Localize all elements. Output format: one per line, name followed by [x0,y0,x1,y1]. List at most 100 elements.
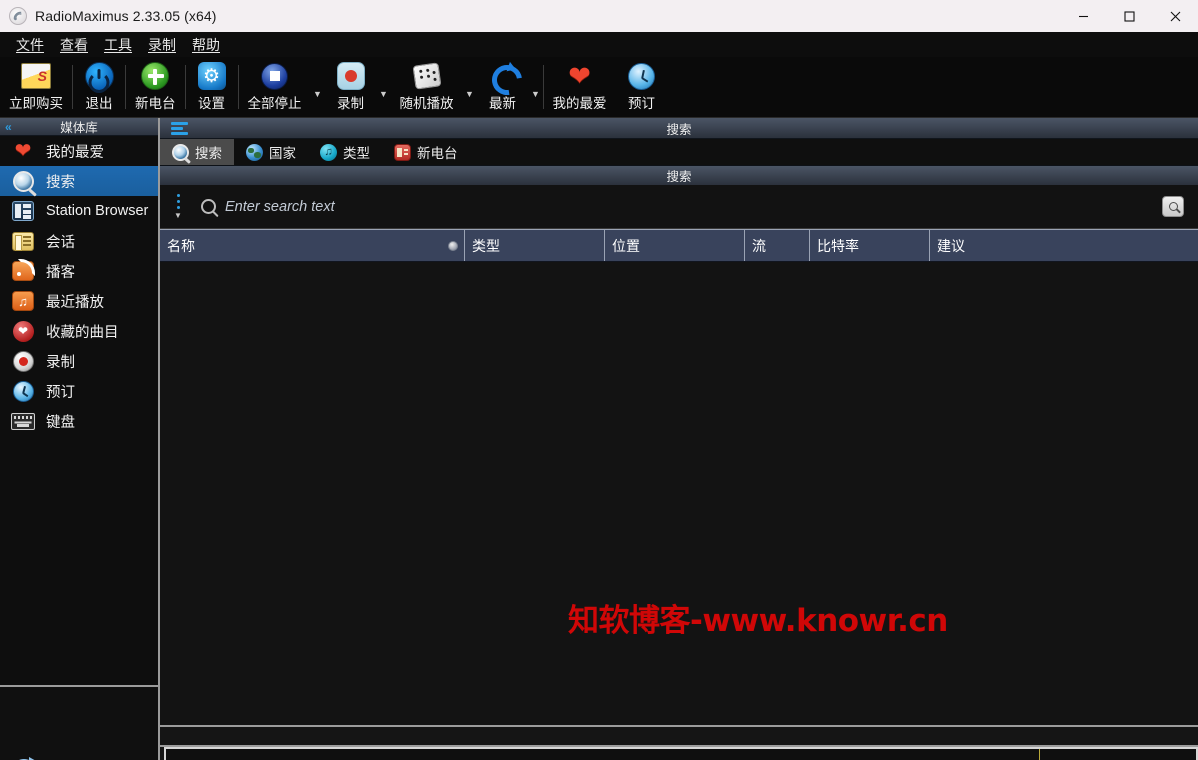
sidebar-item-recordings[interactable]: 录制 [0,346,158,376]
power-icon [84,61,114,91]
sidebar-item-label: 收藏的曲目 [46,324,119,341]
sidebar-item-search[interactable]: 搜索 [0,166,158,196]
toolbar-latest-label: 最新 [489,96,516,111]
application-window: RadioMaximus 2.33.05 (x64) 文件 查看 工具 录制 帮… [0,0,1198,760]
menu-record[interactable]: 录制 [140,33,184,57]
toolbar: S 立即购买 退出 新电台 ⚙ 设置 全部停止 ▼ 录制 ▼ 随机播放 ▼ 最新… [0,57,1198,118]
tab-new-station[interactable]: 新电台 [382,139,470,165]
sidebar-header-title: 媒体库 [60,121,98,135]
column-name[interactable]: 名称 [160,230,465,261]
magnifier-icon [201,199,216,214]
toolbar-record-label: 录制 [337,96,364,111]
search-icon [172,143,189,161]
search-button-icon [1168,202,1178,211]
sidebar-item-schedule[interactable]: 预订 [0,376,158,406]
toolbar-favorites[interactable]: ❤ 我的最爱 [544,57,616,117]
random-play-dropdown-arrow[interactable]: ▼ [463,57,477,117]
sidebar-item-keyboard[interactable]: 键盘 [0,406,158,436]
sidebar-item-favorite-tracks[interactable]: ❤ 收藏的曲目 [0,316,158,346]
sidebar: « 媒体库 ❤ 我的最爱 搜索 Station Browser 会话 播客 ♫ … [0,118,160,747]
sidebar-item-label: 会话 [46,234,75,251]
station-list-grid[interactable]: 知软博客-www.knowr.cn [160,262,1198,725]
column-bitrate[interactable]: 比特率 [810,230,930,261]
recent-played-icon: ♫ [10,289,36,313]
sub-title: 搜索 [666,170,692,184]
new-station-icon [394,143,411,161]
tab-genre[interactable]: ♫ 类型 [308,139,382,165]
latest-dropdown-arrow[interactable]: ▼ [529,57,543,117]
menu-help[interactable]: 帮助 [184,33,228,57]
sidebar-header: « 媒体库 [0,118,158,136]
search-button[interactable] [1162,196,1184,217]
sidebar-item-label: Station Browser [46,203,149,219]
chevron-down-icon: ▼ [174,210,182,220]
buy-now-icon: S [21,61,51,91]
minimize-button[interactable] [1060,0,1106,32]
toolbar-new-station-label: 新电台 [135,96,176,111]
sidebar-item-favorites[interactable]: ❤ 我的最爱 [0,136,158,166]
player-bar: ▼ ))) [0,747,1198,760]
globe-icon [246,143,263,161]
sidebar-item-station-browser[interactable]: Station Browser [0,196,158,226]
column-header-label: 建议 [937,237,965,254]
window-controls [1060,0,1198,32]
search-input[interactable] [225,198,1162,215]
sidebar-list: ❤ 我的最爱 搜索 Station Browser 会话 播客 ♫ 最近播放 ❤… [0,136,158,436]
clock-icon [10,379,36,403]
column-suggestion[interactable]: 建议 [930,230,1198,261]
sidebar-item-label: 播客 [46,264,75,281]
toolbar-exit-label: 退出 [85,96,113,111]
tab-label: 搜索 [195,146,222,161]
column-header-label: 流 [752,237,766,254]
stop-all-dropdown-arrow[interactable]: ▼ [311,57,325,117]
record-dropdown-arrow[interactable]: ▼ [377,57,391,117]
menu-bar: 文件 查看 工具 录制 帮助 [0,32,1198,57]
column-header-label: 比特率 [817,237,859,254]
column-header-label: 类型 [472,237,500,254]
maximize-button[interactable] [1106,0,1152,32]
title-bar: RadioMaximus 2.33.05 (x64) [0,0,1198,32]
toolbar-settings-label: 设置 [198,96,225,111]
sidebar-bottom-panel [0,687,158,747]
browser-icon [10,199,36,223]
toolbar-stop-all-label: 全部停止 [247,96,302,111]
toolbar-stop-all[interactable]: 全部停止 [239,57,311,117]
sidebar-item-podcast[interactable]: 播客 [0,256,158,286]
keyboard-icon [10,409,36,433]
tab-country[interactable]: 国家 [234,139,308,165]
player-now-playing[interactable]: ))) [164,747,1198,760]
menu-view[interactable]: 查看 [52,33,96,57]
sort-indicator-icon[interactable] [448,240,458,251]
sidebar-item-label: 录制 [46,354,75,371]
column-header-label: 位置 [612,237,640,254]
tab-label: 新电台 [417,146,458,161]
toolbar-schedule[interactable]: 预订 [616,57,668,117]
sidebar-item-label: 预订 [46,384,75,401]
column-location[interactable]: 位置 [605,230,745,261]
toolbar-settings[interactable]: ⚙ 设置 [186,57,238,117]
three-dots-menu-icon[interactable]: ▼ [167,193,189,220]
toolbar-new-station[interactable]: 新电台 [126,57,185,117]
column-type[interactable]: 类型 [465,230,605,261]
tab-search[interactable]: 搜索 [160,139,234,165]
record-icon [336,61,365,91]
toolbar-exit[interactable]: 退出 [73,57,125,117]
close-button[interactable] [1152,0,1198,32]
toolbar-record[interactable]: 录制 [325,57,377,117]
menu-tools[interactable]: 工具 [96,33,140,57]
sidebar-item-label: 搜索 [46,174,75,191]
toolbar-buy-now[interactable]: S 立即购买 [0,57,72,117]
search-row: ▼ [160,185,1198,229]
sidebar-item-session[interactable]: 会话 [0,226,158,256]
column-stream[interactable]: 流 [745,230,810,261]
panel-title-bar: 搜索 [160,118,1198,139]
player-left-panel: ▼ [0,747,160,760]
player-divider [1039,749,1040,760]
toolbar-latest[interactable]: 最新 [477,57,529,117]
genre-icon: ♫ [320,143,337,161]
sidebar-item-recently-played[interactable]: ♫ 最近播放 [0,286,158,316]
sidebar-item-label: 最近播放 [46,294,104,311]
menu-file[interactable]: 文件 [8,33,52,57]
column-header-label: 名称 [167,237,195,254]
toolbar-random-play[interactable]: 随机播放 [391,57,463,117]
